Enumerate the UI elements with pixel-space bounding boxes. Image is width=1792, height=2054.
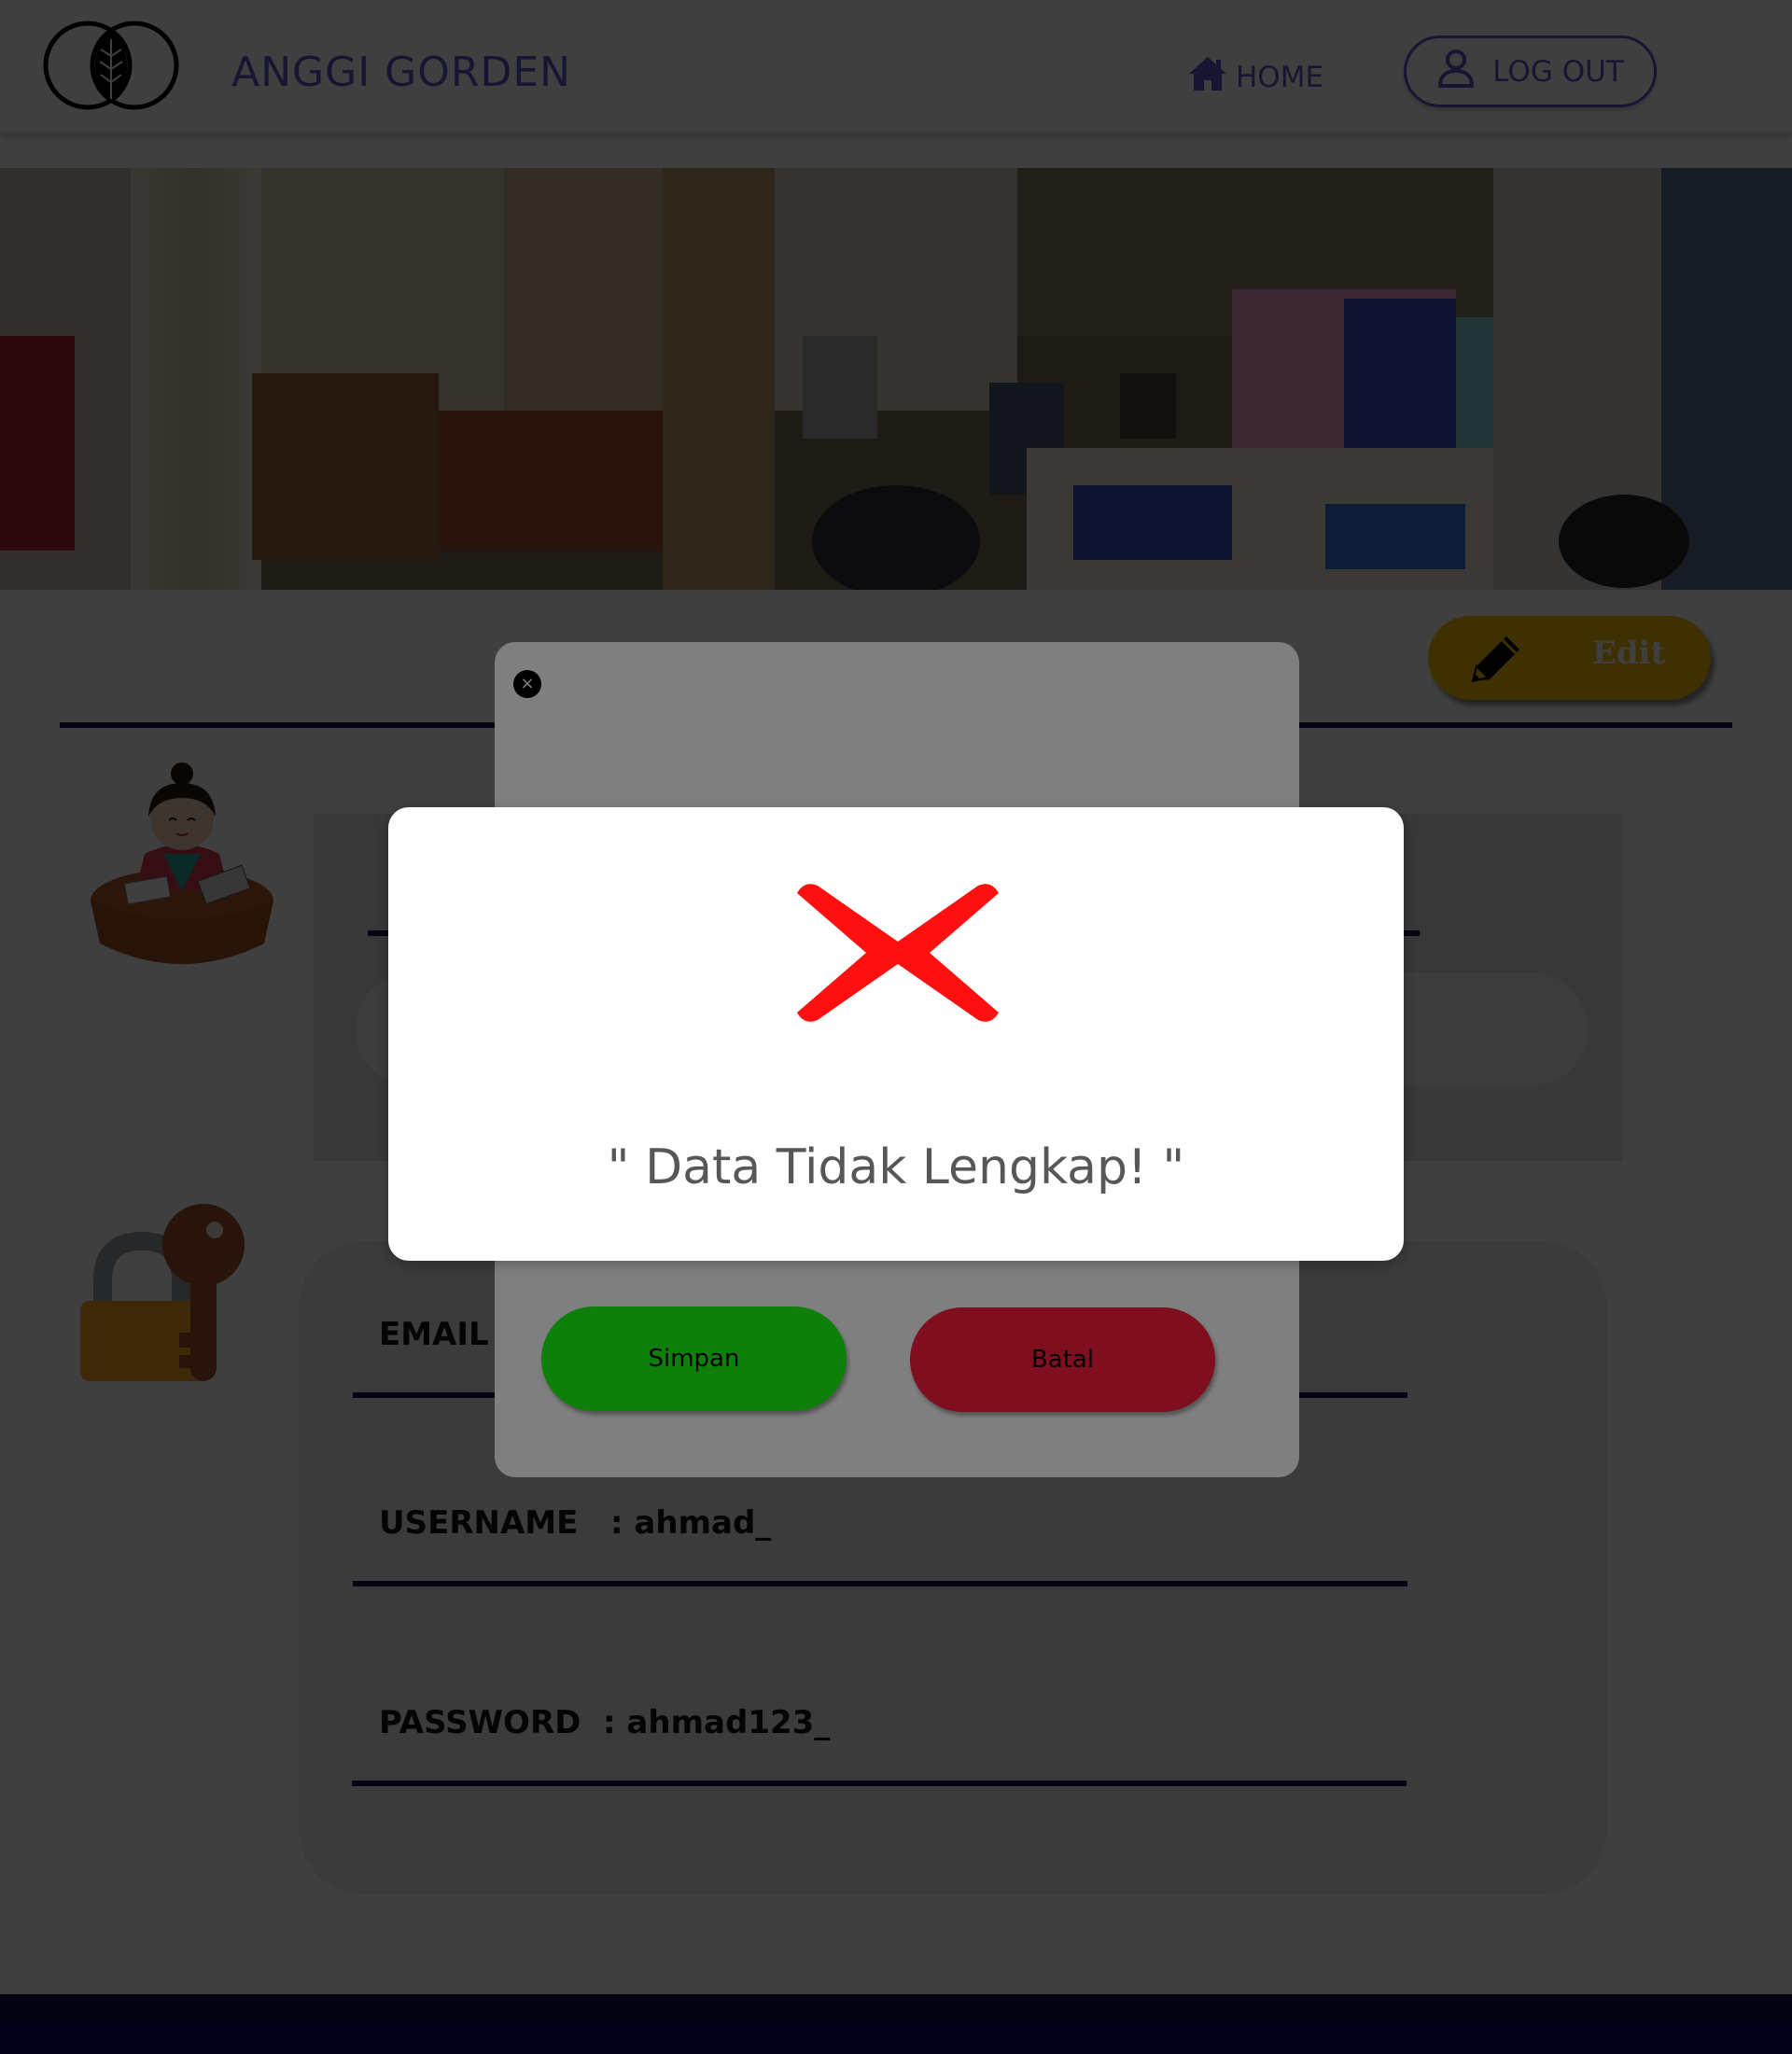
error-alert-dialog: " Data Tidak Lengkap! " [388,807,1404,1261]
alert-message: " Data Tidak Lengkap! " [607,1139,1185,1195]
